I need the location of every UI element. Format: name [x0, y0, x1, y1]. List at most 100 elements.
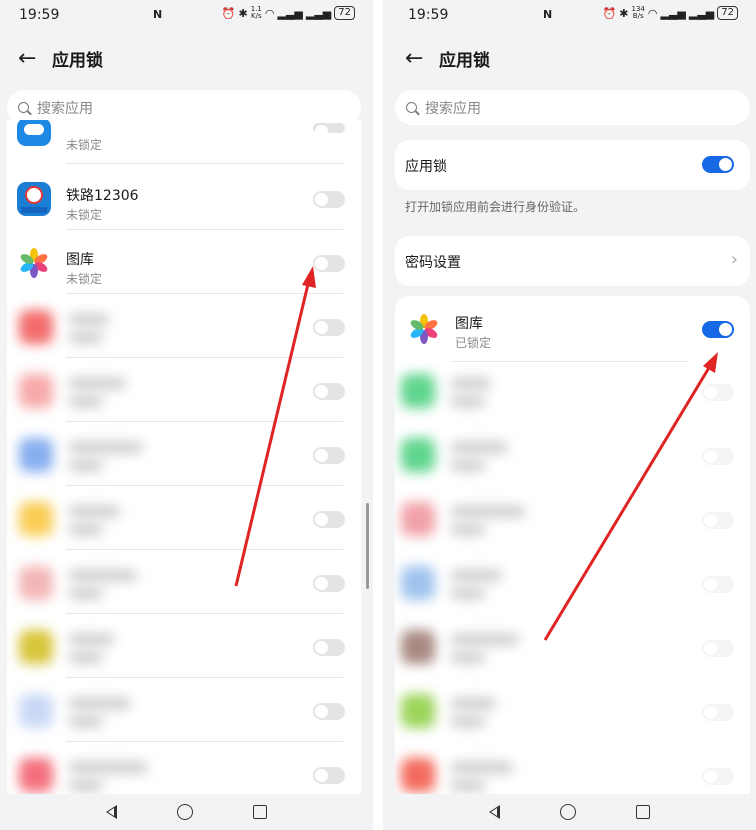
lock-status-obscured — [69, 780, 103, 791]
lock-toggle[interactable] — [702, 321, 734, 338]
app-name-obscured — [69, 762, 148, 773]
gallery-icon — [407, 312, 441, 346]
lock-toggle[interactable] — [313, 575, 345, 592]
search-input[interactable]: 搜索应用 — [395, 90, 750, 125]
list-item[interactable] — [395, 426, 750, 490]
app-name-obscured — [69, 506, 120, 517]
arrow-left-icon[interactable]: ← — [405, 46, 439, 71]
lock-status: 已锁定 — [455, 336, 492, 350]
signal-icon-2: ▂▃▅ — [305, 6, 332, 20]
lock-toggle[interactable] — [702, 384, 734, 401]
password-settings-label: 密码设置 — [405, 255, 461, 271]
lock-status-obscured — [69, 652, 103, 663]
lock-toggle[interactable] — [313, 703, 345, 720]
lock-toggle[interactable] — [702, 448, 734, 465]
lock-status-obscured — [69, 332, 103, 343]
app-name-obscured — [451, 698, 496, 709]
lock-status: 未锁定 — [66, 138, 103, 152]
lock-status-obscured — [451, 780, 485, 791]
signal-icon: ▂▃▅ — [277, 6, 303, 20]
status-icons: ⏰ ✱ 134 B/s ◠ ▂▃▅ ▂▃▅ 72 — [603, 6, 738, 20]
app-icon — [19, 438, 53, 472]
list-item[interactable] — [7, 742, 361, 794]
lock-toggle[interactable] — [313, 767, 345, 784]
list-item[interactable]: 图库 未锁定 — [7, 230, 361, 294]
app-icon — [19, 694, 53, 728]
lock-toggle[interactable] — [702, 512, 734, 529]
list-item[interactable] — [395, 554, 750, 618]
circle-home-icon[interactable] — [177, 804, 193, 820]
search-placeholder: 搜索应用 — [425, 100, 481, 117]
app-name-obscured — [69, 442, 143, 453]
lock-toggle[interactable] — [313, 123, 345, 138]
square-recent-icon[interactable] — [253, 805, 267, 819]
app-list: 未锁定 铁路12306 未锁定 图库 未锁定 — [7, 120, 361, 794]
list-item[interactable] — [395, 682, 750, 746]
lock-status-obscured — [69, 524, 103, 535]
nfc-icon: N — [153, 8, 163, 21]
lock-status: 未锁定 — [66, 272, 103, 286]
app-icon — [401, 694, 435, 728]
list-item[interactable] — [7, 486, 361, 550]
list-item[interactable] — [395, 618, 750, 682]
signal-icon-2: ▂▃▅ — [688, 6, 715, 20]
app-name-obscured — [451, 506, 525, 517]
network-speed: 134 B/s — [631, 5, 645, 20]
nfc-icon: N — [543, 8, 553, 21]
app-name-obscured — [451, 378, 491, 389]
app-bar: ← 应用锁 — [18, 42, 103, 74]
app-icon — [19, 630, 53, 664]
app-lock-card[interactable]: 应用锁 — [395, 140, 750, 190]
app-icon — [401, 438, 435, 472]
right-screenshot: 19:59 N ⏰ ✱ 134 B/s ◠ ▂▃▅ ▂▃▅ 72 ← 应用锁 搜索… — [383, 0, 756, 830]
triangle-back-icon[interactable] — [106, 805, 117, 819]
list-item[interactable] — [395, 490, 750, 554]
app-icon — [401, 566, 435, 600]
lock-toggle[interactable] — [313, 511, 345, 528]
lock-status-obscured — [69, 588, 103, 599]
lock-toggle[interactable] — [702, 768, 734, 785]
list-item[interactable] — [395, 362, 750, 426]
alarm-icon: ⏰ — [602, 6, 617, 20]
app-icon — [19, 310, 53, 344]
lock-status-obscured — [451, 396, 485, 407]
lock-status-obscured — [69, 396, 103, 407]
list-item[interactable] — [7, 358, 361, 422]
app-lock-toggle[interactable] — [702, 156, 734, 173]
lock-toggle[interactable] — [313, 255, 345, 272]
app-name-obscured — [69, 698, 131, 709]
app-name-obscured — [451, 442, 508, 453]
app-icon — [19, 758, 53, 792]
lock-toggle[interactable] — [313, 383, 345, 400]
list-item[interactable] — [7, 678, 361, 742]
lock-toggle[interactable] — [313, 639, 345, 656]
list-item[interactable]: 图库 已锁定 — [395, 296, 750, 362]
lock-toggle[interactable] — [313, 191, 345, 208]
list-item[interactable] — [7, 614, 361, 678]
lock-toggle[interactable] — [702, 576, 734, 593]
status-time: 19:59 — [19, 7, 60, 23]
lock-toggle[interactable] — [313, 447, 345, 464]
signal-icon: ▂▃▅ — [660, 6, 686, 20]
lock-toggle[interactable] — [313, 319, 345, 336]
arrow-left-icon[interactable]: ← — [18, 46, 52, 71]
list-item[interactable] — [7, 294, 361, 358]
circle-home-icon[interactable] — [560, 804, 576, 820]
list-item[interactable]: 铁路12306 未锁定 — [7, 166, 361, 230]
app-name-obscured — [69, 314, 109, 325]
app-name-obscured — [69, 570, 137, 581]
list-item[interactable] — [7, 422, 361, 486]
scrollbar[interactable] — [366, 503, 369, 589]
battery-icon: 72 — [334, 6, 355, 20]
locked-app-list: 图库 已锁定 — [395, 296, 750, 794]
list-item[interactable] — [7, 550, 361, 614]
triangle-back-icon[interactable] — [489, 805, 500, 819]
lock-toggle[interactable] — [702, 704, 734, 721]
lock-toggle[interactable] — [702, 640, 734, 657]
app-name-obscured — [69, 634, 114, 645]
password-settings-row[interactable]: 密码设置 › — [395, 236, 750, 286]
square-recent-icon[interactable] — [636, 805, 650, 819]
app-name: 图库 — [455, 316, 483, 332]
list-item[interactable] — [395, 746, 750, 794]
gallery-icon — [17, 246, 51, 280]
